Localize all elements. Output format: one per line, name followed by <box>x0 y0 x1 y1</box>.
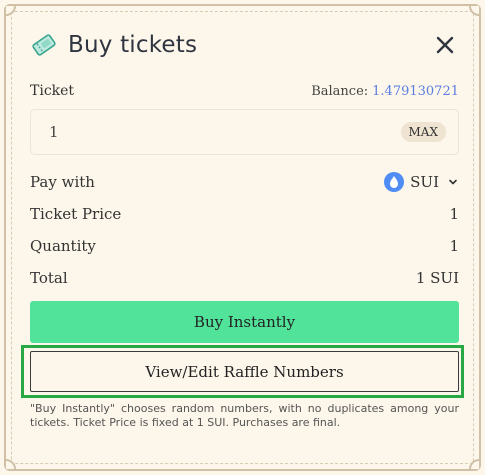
ticket-balance-row: Ticket Balance: 1.479130721 <box>30 80 459 102</box>
max-button[interactable]: MAX <box>400 122 446 142</box>
dialog-header: Buy tickets <box>30 28 459 62</box>
ticket-icon <box>30 31 58 59</box>
pay-with-row: Pay with SUI <box>30 170 459 194</box>
ticket-price-row: Ticket Price 1 <box>30 202 459 226</box>
token-selector[interactable]: SUI <box>384 172 459 192</box>
pay-with-label: Pay with <box>30 173 95 191</box>
summary-value: 1 SUI <box>415 269 459 287</box>
balance: Balance: 1.479130721 <box>311 84 459 99</box>
ticket-label: Ticket <box>30 83 75 99</box>
total-row: Total 1 SUI <box>30 266 459 290</box>
summary-label: Ticket Price <box>30 205 122 223</box>
summary-value: 1 <box>449 205 459 223</box>
balance-value: 1.479130721 <box>372 83 459 99</box>
quantity-field: MAX <box>30 109 459 155</box>
balance-label: Balance: <box>311 83 369 99</box>
quantity-input[interactable] <box>47 122 351 142</box>
chevron-down-icon <box>447 176 459 188</box>
summary-label: Total <box>30 269 68 287</box>
summary-label: Quantity <box>30 237 96 255</box>
buy-instantly-button[interactable]: Buy Instantly <box>30 301 459 343</box>
dialog-title: Buy tickets <box>68 32 198 58</box>
view-edit-raffle-numbers-button[interactable]: View/Edit Raffle Numbers <box>30 351 459 392</box>
summary-value: 1 <box>449 237 459 255</box>
close-icon[interactable] <box>431 31 459 59</box>
purchase-note: "Buy Instantly" chooses random numbers, … <box>30 402 459 429</box>
quantity-row: Quantity 1 <box>30 234 459 258</box>
token-label: SUI <box>410 173 439 191</box>
sui-icon <box>384 172 405 192</box>
